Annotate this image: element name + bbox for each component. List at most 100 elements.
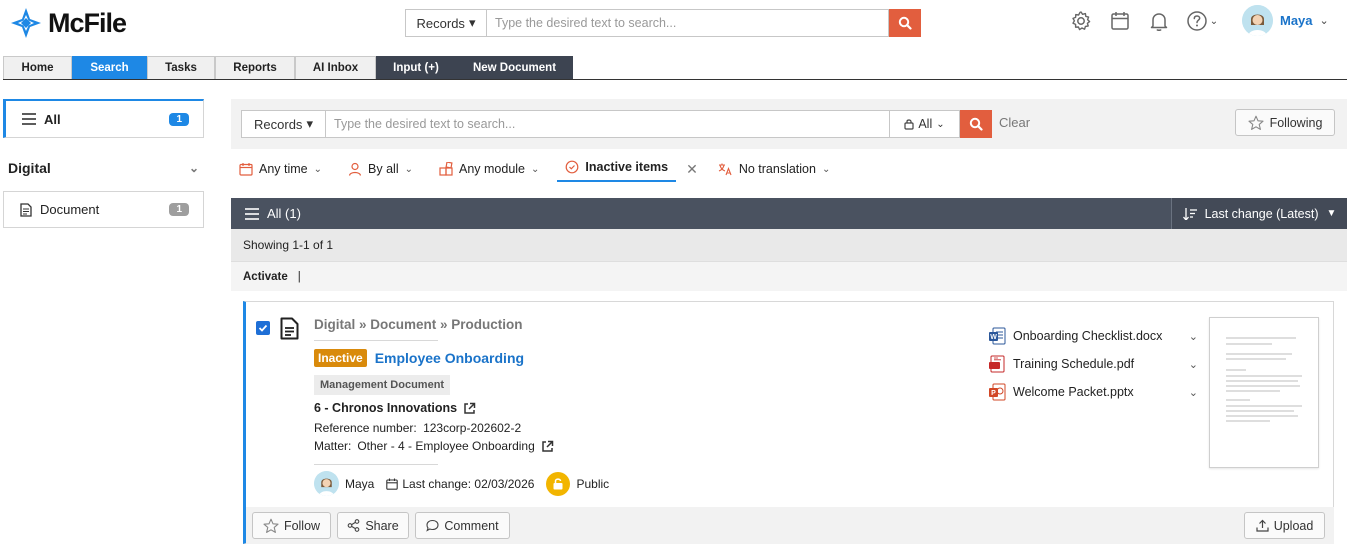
chevron-down-icon[interactable]: ⌄ bbox=[1189, 386, 1198, 399]
sidebar-item-document[interactable]: Document 1 bbox=[3, 191, 204, 228]
app-logo[interactable]: McFile bbox=[10, 7, 127, 39]
calendar-icon bbox=[239, 163, 253, 176]
calendar-icon bbox=[1111, 12, 1129, 30]
attachment-item[interactable]: W Onboarding Checklist.docx ⌄ bbox=[988, 322, 1198, 350]
following-button[interactable]: Following bbox=[1235, 109, 1335, 136]
settings-button[interactable] bbox=[1068, 8, 1094, 34]
document-thumbnail[interactable] bbox=[1209, 317, 1319, 468]
star-icon bbox=[263, 518, 279, 533]
last-change: Last change: 02/03/2026 bbox=[402, 476, 535, 491]
tab-input[interactable]: Input (+) bbox=[376, 56, 456, 79]
chevron-down-icon[interactable]: ⌄ bbox=[1189, 330, 1198, 343]
caret-down-icon: ▾ bbox=[306, 116, 313, 131]
external-link-icon[interactable] bbox=[463, 402, 476, 415]
tab-home[interactable]: Home bbox=[3, 56, 72, 79]
main-nav: Home Search Tasks Reports AI Inbox Input… bbox=[3, 56, 1347, 80]
access-filter-dropdown[interactable]: All ⌄ bbox=[890, 110, 960, 138]
public-lock-icon bbox=[546, 471, 571, 496]
user-menu[interactable]: Maya ⌄ bbox=[1242, 5, 1329, 36]
header-tools: ⌄ bbox=[1068, 8, 1232, 34]
clear-link[interactable]: Clear bbox=[999, 115, 1030, 130]
external-link-icon[interactable] bbox=[541, 440, 554, 453]
record-matter: Matter: Other - 4 - Employee Onboarding bbox=[314, 439, 554, 453]
bell-icon bbox=[1150, 13, 1168, 31]
record-client: 6 - Chronos Innovations bbox=[314, 401, 476, 415]
check-circle-icon bbox=[566, 160, 579, 174]
time-filter-label: Any time bbox=[259, 162, 308, 176]
list-icon bbox=[22, 113, 36, 125]
record-title-link[interactable]: Employee Onboarding bbox=[375, 350, 524, 366]
translate-icon bbox=[718, 163, 732, 176]
logo-mark-icon bbox=[11, 8, 41, 38]
comment-button[interactable]: Comment bbox=[415, 512, 510, 539]
pdf-icon bbox=[989, 355, 1005, 373]
remove-filter-close-icon[interactable]: ✕ bbox=[686, 161, 698, 178]
chevron-down-icon: ⌄ bbox=[313, 163, 323, 175]
follow-button[interactable]: Follow bbox=[252, 512, 331, 539]
by-filter[interactable]: By all ⌄ bbox=[348, 158, 413, 180]
filter-search-input[interactable]: Type the desired text to search... bbox=[325, 110, 890, 138]
sidebar-group-digital[interactable]: Digital ⌄ bbox=[8, 160, 202, 176]
inactive-items-label: Inactive items bbox=[585, 160, 669, 174]
share-button[interactable]: Share bbox=[337, 512, 409, 539]
record-breadcrumb: Digital » Document » Production bbox=[314, 317, 523, 332]
tab-reports[interactable]: Reports bbox=[215, 56, 295, 79]
results-header: All (1) Last change (Latest) ▼ bbox=[231, 198, 1347, 229]
chevron-down-icon[interactable]: ⌄ bbox=[1189, 358, 1198, 371]
filter-scope-dropdown[interactable]: Records ▾ bbox=[241, 110, 325, 138]
search-icon bbox=[898, 16, 912, 30]
tab-tasks[interactable]: Tasks bbox=[147, 56, 215, 79]
svg-text:P: P bbox=[991, 390, 996, 397]
owner-name: Maya bbox=[345, 476, 375, 491]
comment-icon bbox=[426, 519, 439, 532]
tab-ai-inbox[interactable]: AI Inbox bbox=[295, 56, 376, 79]
sidebar-item-all[interactable]: All 1 bbox=[3, 99, 204, 138]
matter-value[interactable]: Other - 4 - Employee Onboarding bbox=[357, 439, 534, 453]
help-icon bbox=[1187, 11, 1207, 31]
document-icon bbox=[20, 202, 32, 217]
activate-button[interactable]: Activate bbox=[243, 271, 288, 283]
results-title-label: All (1) bbox=[267, 206, 301, 221]
modules-icon bbox=[439, 162, 453, 176]
attachment-name: Welcome Packet.pptx bbox=[1013, 385, 1134, 399]
record-actions: Follow Share Comment Upload bbox=[246, 507, 1334, 544]
filter-search-button[interactable] bbox=[960, 110, 992, 138]
results-title: All (1) bbox=[231, 206, 1171, 221]
record-checkbox[interactable] bbox=[256, 321, 270, 335]
reference-number: Reference number: 123corp-202602-2 bbox=[314, 421, 521, 435]
calendar-button[interactable] bbox=[1107, 8, 1133, 34]
checkmark-icon bbox=[258, 324, 268, 332]
translation-filter[interactable]: No translation ⌄ bbox=[718, 158, 831, 180]
filter-chips: Any time ⌄ By all ⌄ Any module ⌄ Inactiv… bbox=[239, 156, 856, 182]
attachment-item[interactable]: Training Schedule.pdf ⌄ bbox=[988, 350, 1198, 378]
upload-icon bbox=[1256, 519, 1269, 532]
chevron-down-icon: ⌄ bbox=[821, 163, 831, 175]
filter-scope-label: Records bbox=[254, 116, 303, 132]
attachment-item[interactable]: P Welcome Packet.pptx ⌄ bbox=[988, 378, 1198, 406]
list-icon bbox=[245, 207, 259, 220]
chevron-down-icon: ⌄ bbox=[188, 161, 199, 175]
tab-search[interactable]: Search bbox=[72, 56, 147, 79]
chevron-down-icon: ⌄ bbox=[531, 163, 540, 175]
help-button[interactable]: ⌄ bbox=[1185, 8, 1219, 34]
global-search-input[interactable]: Type the desired text to search... bbox=[486, 9, 889, 37]
time-filter[interactable]: Any time ⌄ bbox=[239, 158, 322, 180]
sidebar-item-all-label: All bbox=[44, 111, 61, 127]
access-filter-label: All bbox=[918, 117, 933, 131]
by-filter-label: By all bbox=[368, 162, 399, 176]
search-icon bbox=[969, 117, 983, 131]
gear-icon bbox=[1072, 11, 1091, 31]
attachments-list: W Onboarding Checklist.docx ⌄ Training S… bbox=[988, 322, 1198, 406]
module-filter[interactable]: Any module ⌄ bbox=[439, 158, 539, 180]
notifications-button[interactable] bbox=[1146, 8, 1172, 34]
inactive-items-filter[interactable]: Inactive items bbox=[557, 156, 677, 182]
global-search-button[interactable] bbox=[889, 9, 921, 37]
client-name[interactable]: 6 - Chronos Innovations bbox=[314, 401, 457, 415]
person-icon bbox=[348, 162, 362, 176]
tab-new-document[interactable]: New Document bbox=[456, 56, 573, 79]
record-meta: Maya Last change: 02/03/2026 Public bbox=[314, 471, 609, 496]
reference-label: Reference number: bbox=[314, 421, 417, 435]
upload-button[interactable]: Upload bbox=[1244, 512, 1325, 539]
global-search-scope-dropdown[interactable]: Records ▾ bbox=[405, 9, 486, 37]
sort-dropdown[interactable]: Last change (Latest) ▼ bbox=[1171, 198, 1347, 229]
